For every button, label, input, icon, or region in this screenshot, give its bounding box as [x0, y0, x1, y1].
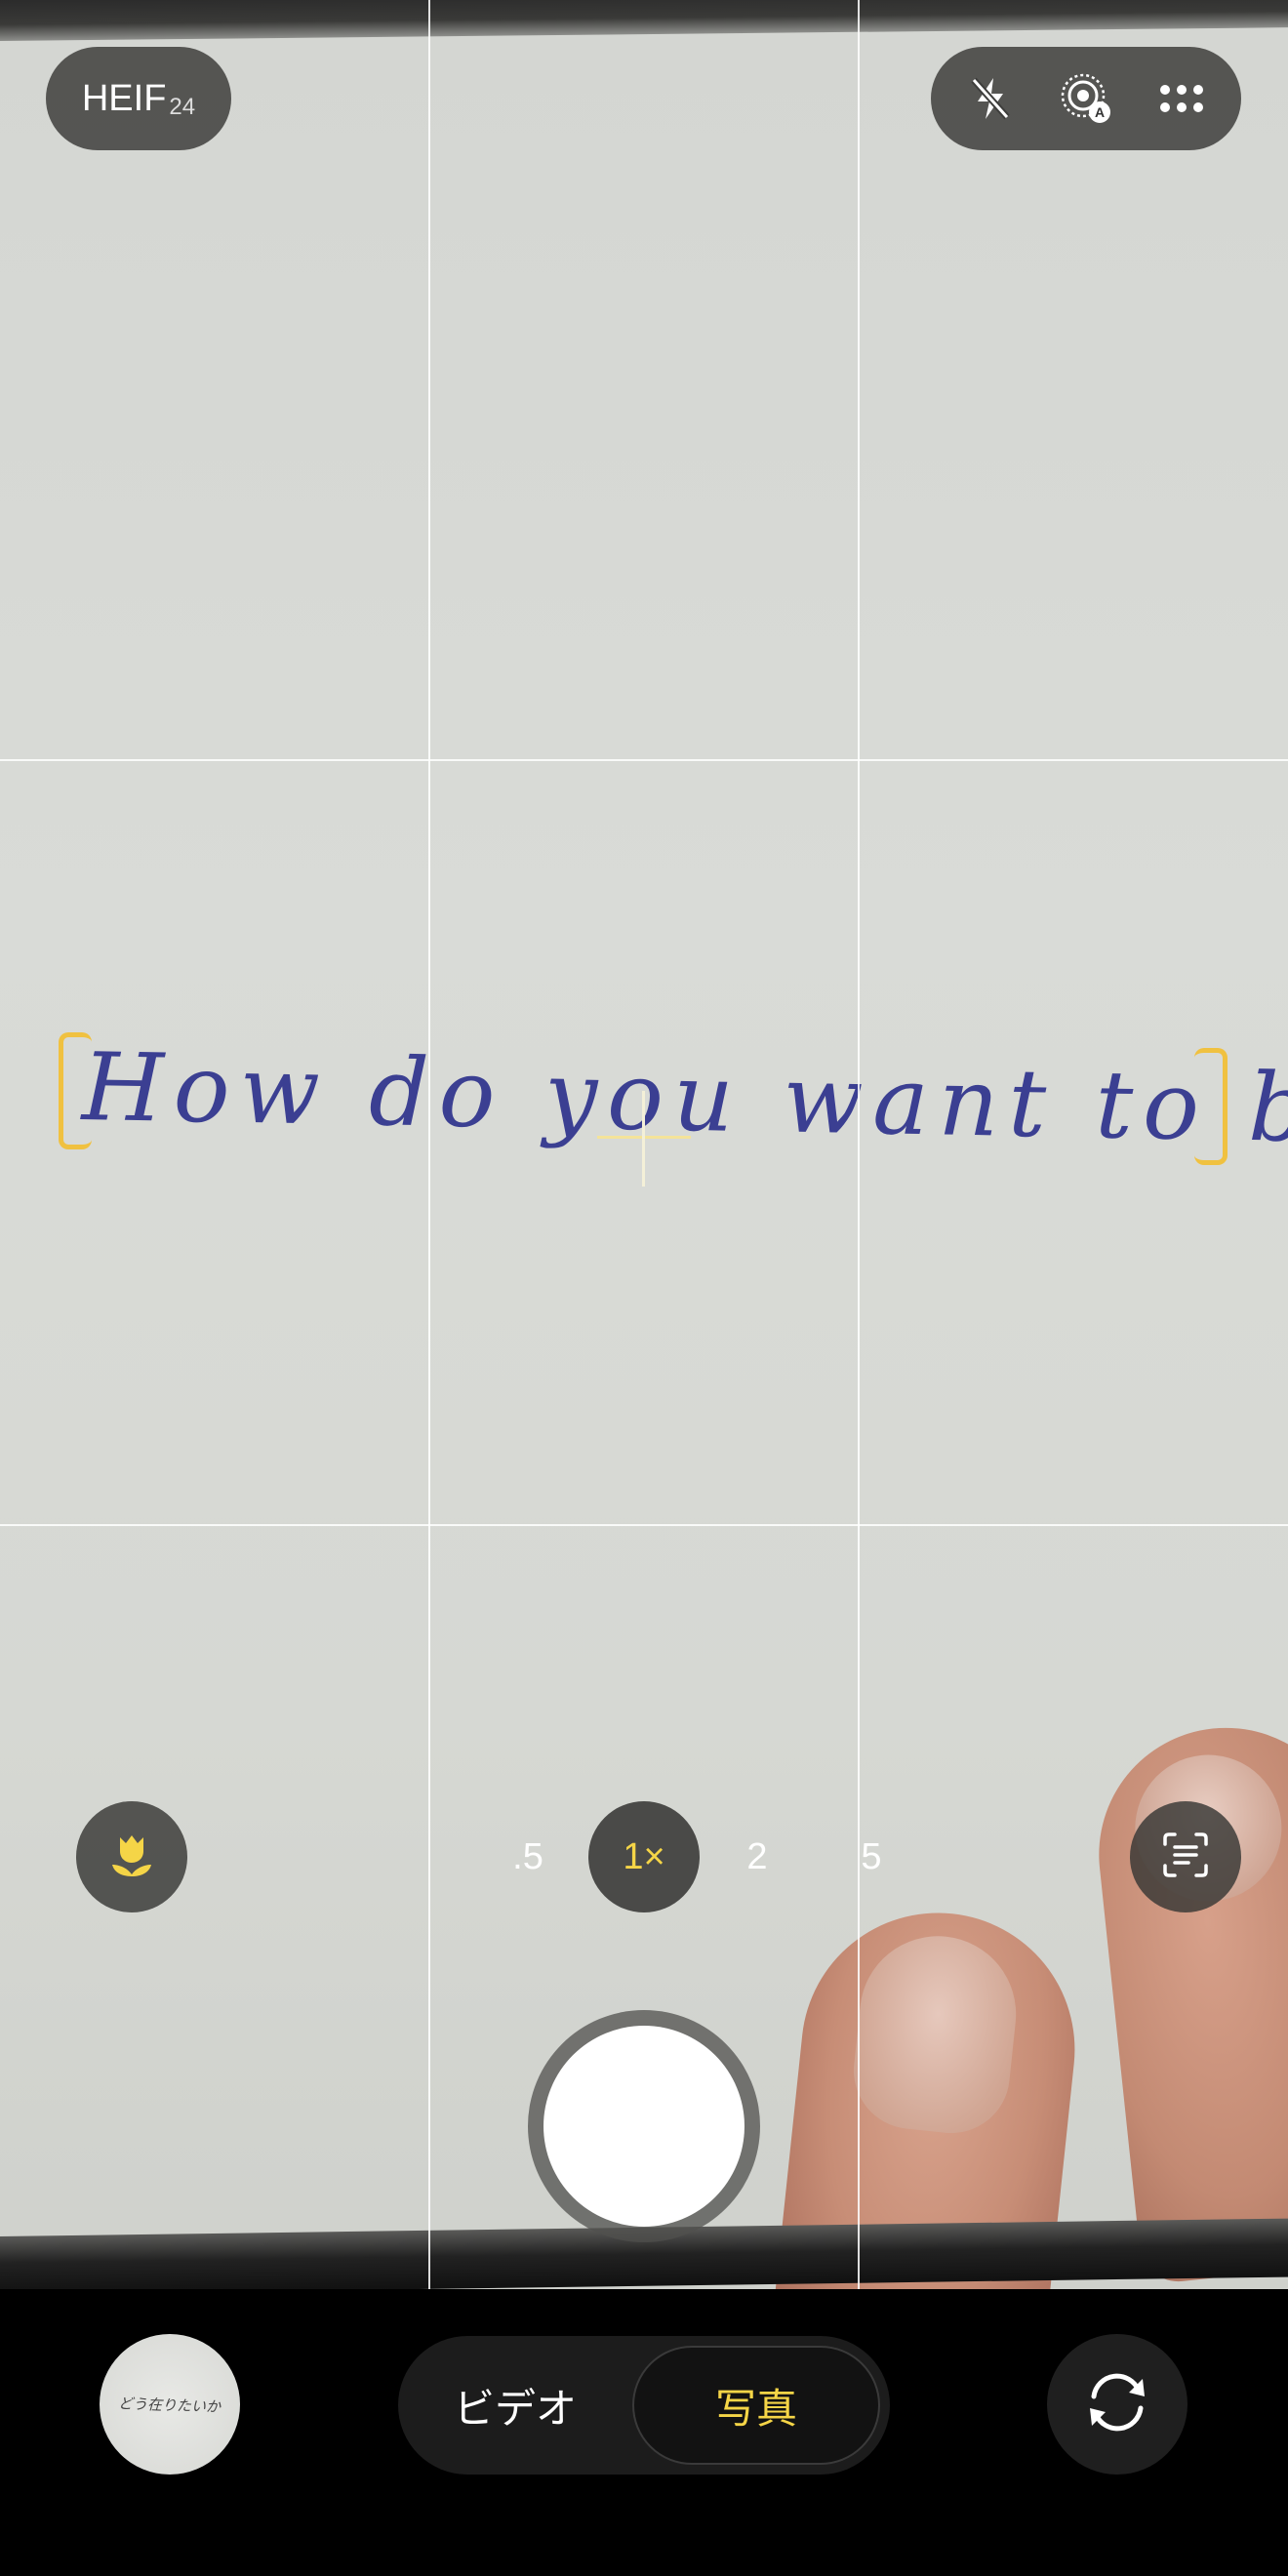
- mode-photo[interactable]: 写真: [632, 2346, 880, 2465]
- camera-flip-button[interactable]: [1047, 2334, 1187, 2475]
- shutter-button[interactable]: [543, 2026, 745, 2227]
- zoom-1x[interactable]: 1×: [588, 1801, 700, 1912]
- mode-switch: ビデオ 写真: [398, 2336, 890, 2475]
- format-button[interactable]: HEIF 24: [46, 47, 231, 150]
- last-photo-thumbnail[interactable]: どう在りたいか: [100, 2334, 240, 2475]
- flash-off-icon[interactable]: [964, 72, 1017, 125]
- fingernail: [848, 1928, 1025, 2139]
- more-grid-icon[interactable]: [1155, 72, 1208, 125]
- text-scan-icon: [1159, 1829, 1212, 1886]
- svg-text:A: A: [1095, 104, 1105, 120]
- handwritten-text: How do you want to be?: [81, 1032, 1288, 1166]
- zoom-0-5[interactable]: .5: [472, 1801, 584, 1912]
- camera-viewfinder[interactable]: How do you want to be? HEIF 24 A .5 1× 2…: [0, 0, 1288, 2289]
- macro-button[interactable]: [76, 1801, 187, 1912]
- table-edge-top: [0, 0, 1288, 41]
- live-photo-auto-icon[interactable]: A: [1057, 69, 1115, 128]
- text-scan-button[interactable]: [1130, 1801, 1241, 1912]
- camera-flip-icon: [1078, 2363, 1156, 2446]
- zoom-5x[interactable]: 5: [816, 1801, 927, 1912]
- grid-line-horizontal: [0, 1524, 1288, 1526]
- grid-line-vertical: [428, 0, 430, 2289]
- format-sub-label: 24: [169, 94, 196, 120]
- format-label: HEIF: [81, 77, 167, 119]
- top-controls: A: [931, 47, 1241, 150]
- grid-line-vertical: [858, 0, 860, 2289]
- tulip-icon: [106, 1830, 157, 1885]
- thumbnail-text: どう在りたいか: [118, 2394, 221, 2416]
- text-detect-bracket-right: [1194, 1048, 1228, 1165]
- grid-line-horizontal: [0, 759, 1288, 761]
- focus-crosshair-vertical: [642, 1091, 645, 1187]
- zoom-2x[interactable]: 2: [702, 1801, 813, 1912]
- text-detect-bracket-left: [59, 1032, 92, 1149]
- mode-video[interactable]: ビデオ: [398, 2336, 632, 2475]
